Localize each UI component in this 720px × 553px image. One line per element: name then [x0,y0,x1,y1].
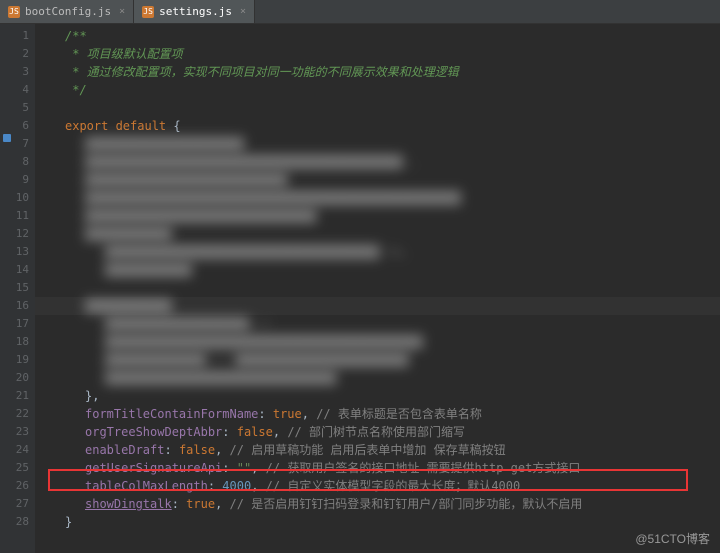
redacted-text: ████████████████████████████ [85,171,287,189]
code-text: }, [85,387,99,405]
code-text: false [179,441,215,459]
code-text: * 通过修改配置项，实现不同项目对同一功能的不同展示效果和处理逻辑 [65,63,459,81]
redacted-text: ████████████ [105,261,192,279]
code-text: false [237,423,273,441]
code-text: } [65,513,72,531]
tab-bootconfig[interactable]: JS bootConfig.js × [0,0,134,23]
line-number: 11 [0,207,29,225]
code-text: // 启用草稿功能 启用后表单中增加 保存草稿按钮 [230,441,506,459]
line-number: 17 [0,315,29,333]
line-number: 27 [0,495,29,513]
redacted-text: ████████████████████████████████████████… [85,153,417,171]
line-number: 12 [0,225,29,243]
code-text: * 项目级默认配置项 [65,45,183,63]
code-text: true [273,405,302,423]
editor-area: 1 2 3 4 5 6 7 8 9 10 11 12 13 14 15 16 1… [0,24,720,553]
redacted-text: ██████████████████████████████████████ l… [105,243,408,261]
redacted-text: ████████████████████████████████ [85,207,316,225]
js-file-icon: JS [142,6,154,18]
tab-label: bootConfig.js [25,5,111,18]
code-text: enableDraft [85,441,164,459]
code-text: 4000 [222,477,251,495]
code-text: // 是否启用钉钉扫码登录和钉钉用户/部门同步功能，默认不启用 [230,495,583,513]
line-number: 23 [0,423,29,441]
editor-tabs: JS bootConfig.js × JS settings.js × [0,0,720,24]
redacted-text: ████████████████████████████████ [105,369,336,387]
tab-label: settings.js [159,5,232,18]
code-text: getUserSignatureApi [85,459,222,477]
line-number: 1 [0,27,29,45]
code-text: /** [65,27,87,45]
line-number: 21 [0,387,29,405]
code-text: // 表单标题是否包含表单名称 [316,405,482,423]
code-text: default [116,117,174,135]
tab-settings[interactable]: JS settings.js × [134,0,255,23]
line-number: 13 [0,243,29,261]
code-content[interactable]: /** * 项目级默认配置项 * 通过修改配置项，实现不同项目对同一功能的不同展… [35,24,720,553]
code-text: { [173,117,180,135]
close-icon[interactable]: × [119,6,125,17]
redacted-text: ████████████████████ // [105,315,271,333]
code-text: orgTreeShowDeptAbbr [85,423,222,441]
redacted-text: ██████████████████████ [85,135,244,153]
code-text: "" [237,459,251,477]
watermark-text: @51CTO博客 [635,530,710,547]
line-number: 6 [0,117,29,135]
line-number: 24 [0,441,29,459]
code-text: // 获取用户签名的接口地址 需要提供http get方式接口 [266,459,581,477]
code-text: tableColMaxLength [85,477,208,495]
redacted-text: ████████████████████████████████████████… [85,189,461,207]
line-number: 22 [0,405,29,423]
line-gutter: 1 2 3 4 5 6 7 8 9 10 11 12 13 14 15 16 1… [0,24,35,553]
code-text: */ [65,81,87,99]
code-text: showDingtalk [85,495,172,513]
redacted-text: ████████████████████████████████████████… [105,333,423,351]
line-number: 4 [0,81,29,99]
code-text: true [186,495,215,513]
line-number: 14 [0,261,29,279]
redacted-text: ██████████████ // ██████████████████████… [105,351,408,369]
code-text: // 部门树节点名称使用部门缩写 [287,423,465,441]
line-number: 18 [0,333,29,351]
close-icon[interactable]: × [240,6,246,17]
line-number: 10 [0,189,29,207]
line-number: 8 [0,153,29,171]
line-number: 16 [0,297,29,315]
line-number: 28 [0,513,29,531]
line-number: 25 [0,459,29,477]
line-number: 15 [0,279,29,297]
line-number: 26 [0,477,29,495]
code-text: // 自定义实体模型字段的最大长度；默认4000 [266,477,521,495]
line-number: 9 [0,171,29,189]
code-text: formTitleContainFormName [85,405,258,423]
gutter-marker-icon[interactable] [3,134,11,142]
code-text: export [65,117,116,135]
line-number: 5 [0,99,29,117]
line-number: 19 [0,351,29,369]
line-number: 20 [0,369,29,387]
line-number: 3 [0,63,29,81]
js-file-icon: JS [8,6,20,18]
redacted-text: ████████████ [85,297,172,315]
redacted-text: ████████████ [85,225,172,243]
line-number: 2 [0,45,29,63]
